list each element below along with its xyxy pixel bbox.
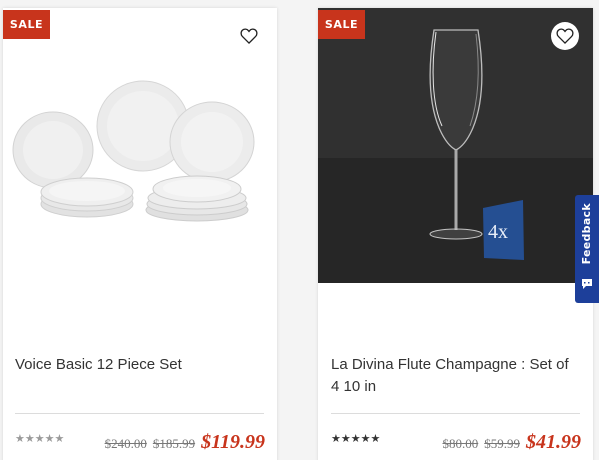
heart-outline-icon <box>556 28 574 45</box>
product-card[interactable]: SALE Voice Basic 12 Piece Set ★★★★★ $240… <box>3 8 277 460</box>
sale-price: $41.99 <box>526 431 581 453</box>
rating-stars: ★★★★★ <box>331 433 381 445</box>
rating-stars: ★★★★★ <box>15 433 65 445</box>
previous-price: $185.99 <box>152 436 196 451</box>
sale-badge: SALE <box>318 10 365 39</box>
sale-price: $119.99 <box>201 431 265 453</box>
image-label: 4x <box>488 221 508 243</box>
sale-badge: SALE <box>3 10 50 39</box>
feedback-tab[interactable]: Feedback <box>575 195 599 303</box>
product-image[interactable] <box>3 8 277 258</box>
wishlist-button[interactable] <box>235 22 263 50</box>
previous-price: $59.99 <box>484 436 520 451</box>
original-price: $240.00 <box>104 436 147 451</box>
chat-icon <box>582 279 592 289</box>
feedback-label: Feedback <box>580 203 593 265</box>
wishlist-button[interactable] <box>551 22 579 50</box>
heart-outline-icon <box>240 28 258 45</box>
price-group: $80.00 $59.99 $41.99 <box>443 431 582 454</box>
original-price: $80.00 <box>442 436 479 451</box>
product-title[interactable]: La Divina Flute Champagne : Set of 4 10 … <box>331 354 581 398</box>
product-card[interactable]: 4x SALE La Divina Flute Champagne : Set … <box>318 8 593 460</box>
product-image[interactable]: 4x <box>318 8 593 283</box>
divider <box>15 413 264 414</box>
divider <box>331 413 580 414</box>
price-group: $240.00 $185.99 $119.99 <box>105 431 265 454</box>
product-title[interactable]: Voice Basic 12 Piece Set <box>15 354 265 376</box>
